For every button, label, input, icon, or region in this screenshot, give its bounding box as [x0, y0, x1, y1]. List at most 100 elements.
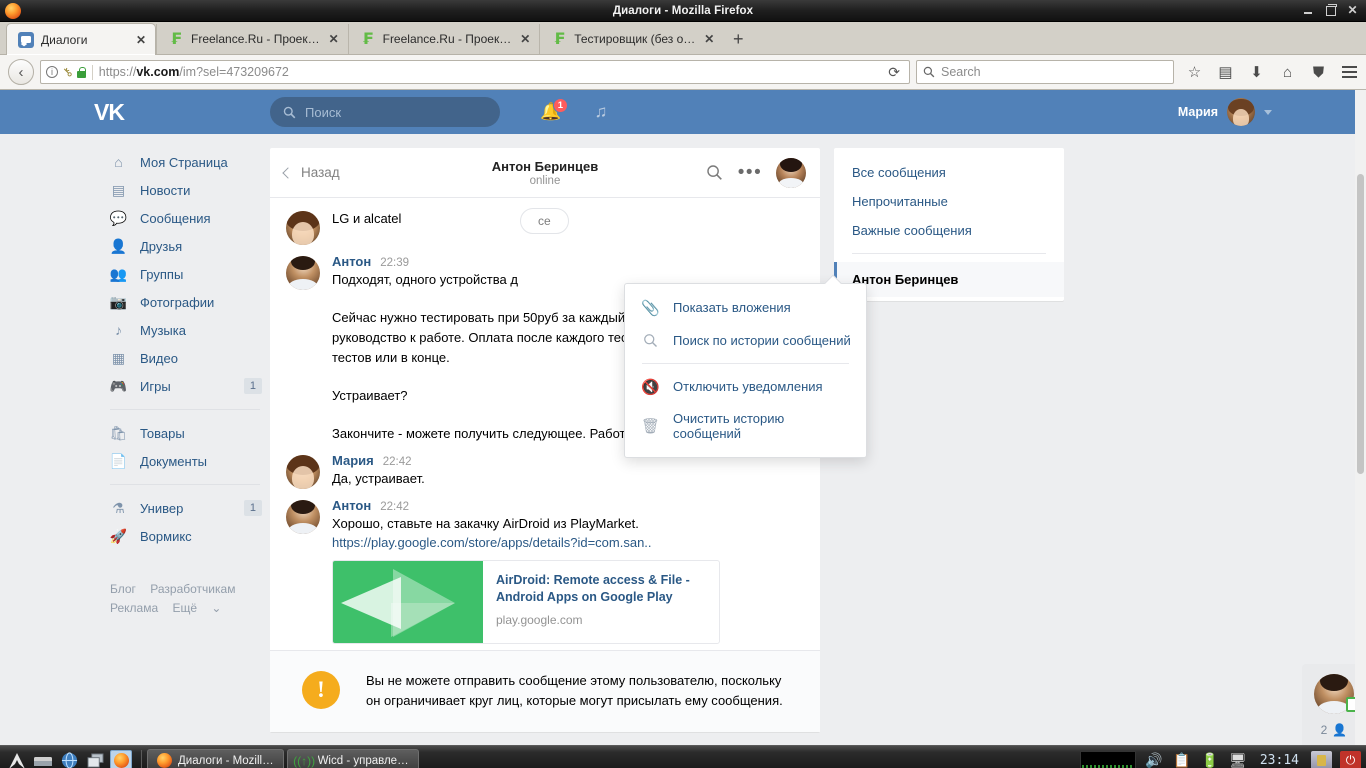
- tab-close-icon[interactable]: ✕: [518, 33, 532, 45]
- filter-important[interactable]: Важные сообщения: [834, 216, 1064, 245]
- volume-icon[interactable]: 🔊: [1144, 751, 1164, 768]
- sidebar-item-count: 1: [243, 500, 262, 516]
- browser-icon[interactable]: [58, 750, 80, 768]
- vk-search-input[interactable]: Поиск: [270, 97, 500, 127]
- browser-tab-0[interactable]: Диалоги ✕: [6, 23, 156, 55]
- minimize-button[interactable]: [1303, 5, 1314, 16]
- browser-tab-3[interactable]: ₣ Тестировщик (без о… ✕: [539, 24, 723, 54]
- bell-icon[interactable]: 🔔 1: [540, 98, 568, 123]
- message-link[interactable]: https://play.google.com/store/apps/detai…: [332, 535, 652, 550]
- footer-link-ads[interactable]: Реклама: [110, 601, 158, 615]
- exclamation-icon: !: [302, 671, 340, 709]
- page-scrollbar[interactable]: [1355, 90, 1366, 745]
- chat-actions: •••: [704, 157, 806, 188]
- vk-logo[interactable]: VK: [90, 99, 145, 126]
- taskbar-window-firefox[interactable]: Диалоги - Mozill…: [147, 748, 284, 768]
- message-time: 22:39: [380, 257, 410, 269]
- windows-icon[interactable]: [84, 750, 106, 768]
- search-placeholder: Search: [941, 65, 981, 79]
- footer-link-blog[interactable]: Блог: [110, 582, 136, 596]
- scrollbar-thumb[interactable]: [1357, 174, 1364, 474]
- sidebar-item-market[interactable]: 🛍 Товары: [100, 419, 270, 447]
- sidebar-item-games[interactable]: 🎮 Игры 1: [100, 372, 270, 400]
- sidebar-item-documents[interactable]: 📄 Документы: [100, 447, 270, 475]
- sidebar-item-music[interactable]: ♪ Музыка: [100, 316, 270, 344]
- url-bar[interactable]: i ⚷ https://vk.com/im?sel=473209672 ⟳: [40, 60, 910, 84]
- menu-item-mute-notifications[interactable]: 🔇 Отключить уведомления: [625, 370, 866, 403]
- lock-icon[interactable]: [1311, 751, 1332, 768]
- menu-icon[interactable]: [6, 750, 28, 768]
- network-graph-icon[interactable]: [1079, 750, 1136, 768]
- conversation-item-anton[interactable]: Антон Беринцев: [834, 262, 1064, 297]
- warning-text: Вы не можете отправить сообщение этому п…: [366, 673, 783, 708]
- dots-icon[interactable]: •••: [738, 163, 761, 183]
- vk-user-menu[interactable]: Мария: [1178, 98, 1276, 126]
- message-author[interactable]: Антон: [332, 498, 371, 513]
- search-icon[interactable]: [704, 163, 724, 183]
- clipboard-icon[interactable]: 📋: [1172, 751, 1192, 768]
- tab-label: Freelance.Ru - Проек…: [191, 32, 320, 46]
- taskbar-window-wicd[interactable]: ((↑)) Wicd - управле…: [286, 748, 419, 768]
- sidebar-item-friends[interactable]: 👤 Друзья: [100, 232, 270, 260]
- search-input[interactable]: Search: [916, 60, 1174, 84]
- sidebar-item-label: Игры: [140, 378, 171, 394]
- tab-close-icon[interactable]: ✕: [702, 33, 716, 45]
- sidebar-item-wormix[interactable]: 🚀 Вормикс: [100, 522, 270, 550]
- avatar[interactable]: [1314, 674, 1357, 714]
- message-author[interactable]: Антон: [332, 254, 371, 269]
- music-note-icon[interactable]: ♫: [590, 101, 612, 123]
- footer-link-developers[interactable]: Разработчикам: [150, 582, 235, 596]
- site-identity[interactable]: i ⚷: [46, 64, 86, 80]
- avatar[interactable]: [286, 211, 320, 245]
- taskbar-launchers: [2, 749, 136, 768]
- bookmark-star-icon[interactable]: ☆: [1186, 64, 1203, 81]
- menu-item-clear-history[interactable]: 🗑 Очистить историю сообщений: [625, 403, 866, 449]
- sidebar-item-label: Видео: [140, 350, 178, 366]
- close-button[interactable]: ✕: [1347, 4, 1358, 16]
- reader-icon[interactable]: ▤: [1217, 64, 1234, 81]
- avatar[interactable]: [776, 157, 806, 188]
- menu-icon[interactable]: [1341, 64, 1358, 81]
- battery-icon[interactable]: 🔋: [1200, 751, 1220, 768]
- sidebar-item-news[interactable]: ▤ Новости: [100, 176, 270, 204]
- menu-item-show-attachments[interactable]: 📎 Показать вложения: [625, 291, 866, 324]
- filter-unread[interactable]: Непрочитанные: [834, 187, 1064, 216]
- tab-label: Тестировщик (без о…: [574, 32, 696, 46]
- message-author[interactable]: Мария: [332, 453, 374, 468]
- avatar[interactable]: [286, 256, 320, 290]
- back-button[interactable]: Назад: [282, 165, 340, 180]
- firefox-icon[interactable]: [110, 749, 132, 768]
- maximize-button[interactable]: [1325, 4, 1337, 16]
- browser-tab-1[interactable]: ₣ Freelance.Ru - Проек… ✕: [156, 24, 348, 54]
- browser-tab-2[interactable]: ₣ Freelance.Ru - Проек… ✕: [347, 24, 540, 54]
- clock[interactable]: 23:14: [1256, 753, 1303, 768]
- download-icon[interactable]: ⬇: [1248, 64, 1265, 81]
- divider: [91, 64, 93, 80]
- tab-close-icon[interactable]: ✕: [327, 33, 341, 45]
- pocket-icon[interactable]: ⛊: [1310, 64, 1327, 81]
- sidebar-item-groups[interactable]: 👥 Группы: [100, 260, 270, 288]
- link-preview-card[interactable]: AirDroid: Remote access & File - Android…: [332, 560, 720, 644]
- display-icon[interactable]: 🖥: [1228, 751, 1248, 768]
- sidebar-item-univer[interactable]: ⚗ Универ 1: [100, 494, 270, 522]
- sidebar-item-messages[interactable]: 💬 Сообщения: [100, 204, 270, 232]
- sidebar-item-my-page[interactable]: ⌂ Моя Страница: [100, 148, 270, 176]
- power-icon[interactable]: ⏻: [1340, 751, 1361, 768]
- sidebar-item-video[interactable]: ▦ Видео: [100, 344, 270, 372]
- tab-close-icon[interactable]: ✕: [134, 34, 148, 46]
- menu-item-search-history[interactable]: Поиск по истории сообщений: [625, 324, 866, 357]
- sidebar-item-label: Документы: [140, 453, 208, 469]
- avatar[interactable]: [286, 455, 320, 489]
- terminal-icon[interactable]: [32, 750, 54, 768]
- message-time: 22:42: [380, 501, 410, 513]
- home-icon[interactable]: ⌂: [1279, 64, 1296, 81]
- message-item: LG и alcatel: [270, 202, 820, 247]
- reload-icon[interactable]: ⟳: [884, 64, 904, 81]
- footer-link-more[interactable]: Ещё: [172, 601, 197, 615]
- sidebar-item-photos[interactable]: 📷 Фотографии: [100, 288, 270, 316]
- freelance-icon: ₣: [553, 29, 565, 48]
- back-button[interactable]: ‹: [8, 59, 34, 85]
- filter-all-messages[interactable]: Все сообщения: [834, 158, 1064, 187]
- new-tab-button[interactable]: +: [723, 24, 753, 54]
- avatar[interactable]: [286, 500, 320, 534]
